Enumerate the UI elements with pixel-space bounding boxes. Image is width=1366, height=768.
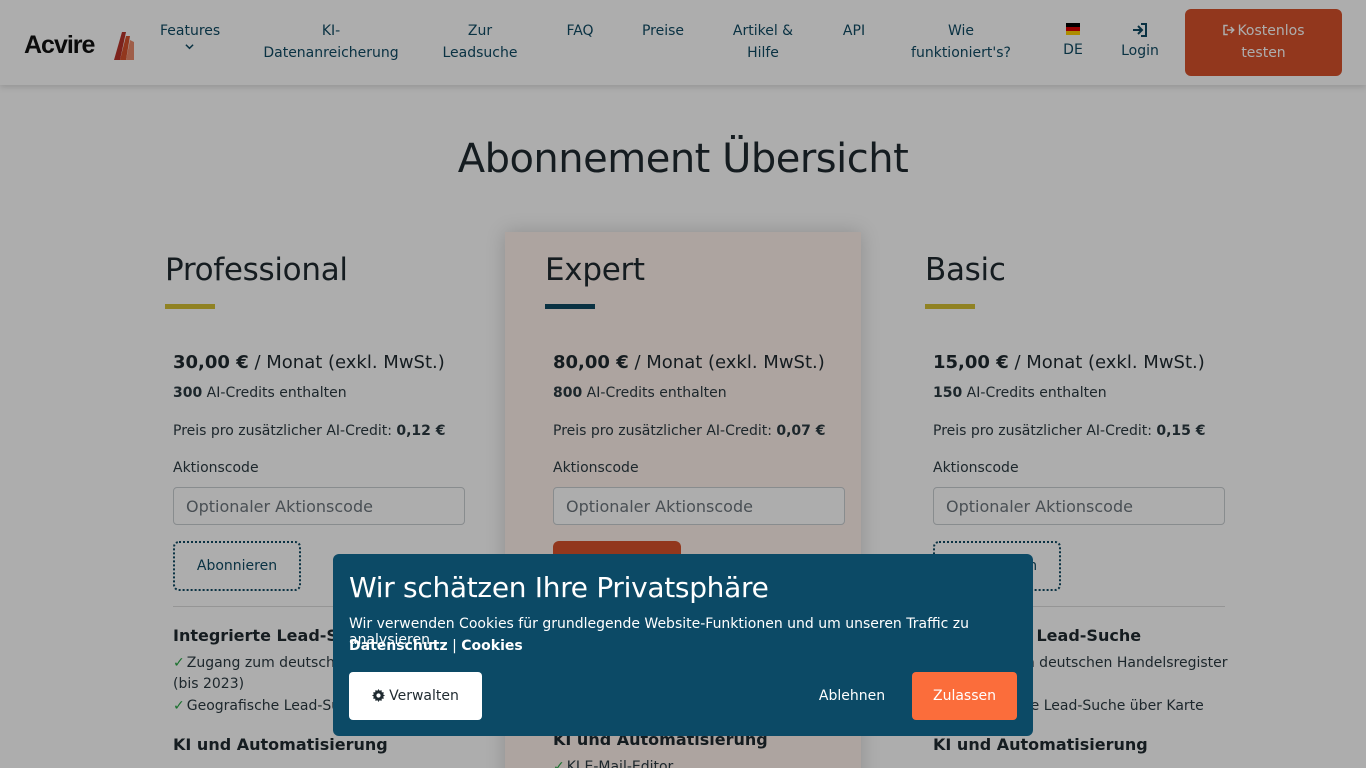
cookie-title: Wir schätzen Ihre Privatsphäre [349, 571, 769, 604]
cookie-links: Datenschutz | Cookies [349, 638, 523, 654]
reject-cookies-button[interactable]: Ablehnen [807, 672, 897, 720]
manage-label: Verwalten [389, 688, 459, 704]
privacy-link[interactable]: Datenschutz [349, 638, 448, 654]
link-separator: | [447, 638, 462, 654]
cookie-consent-dialog: Wir schätzen Ihre Privatsphäre Wir verwe… [333, 554, 1033, 736]
manage-cookies-button[interactable]: Verwalten [349, 672, 482, 720]
gear-icon [372, 689, 386, 702]
accept-cookies-button[interactable]: Zulassen [912, 672, 1017, 720]
cookies-link[interactable]: Cookies [461, 638, 522, 654]
